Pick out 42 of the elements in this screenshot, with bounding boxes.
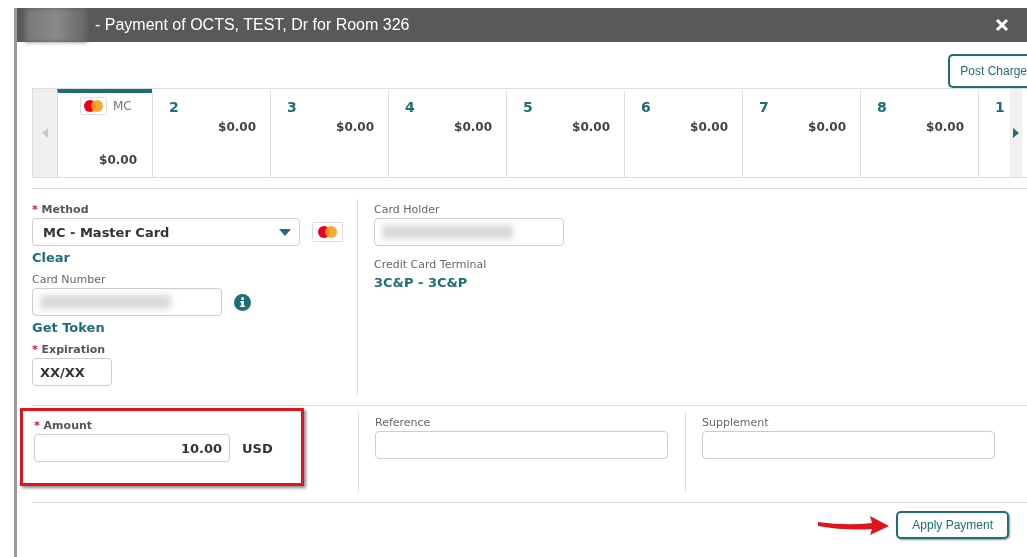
method-dropdown[interactable]: MC - Master Card (32, 218, 300, 246)
required-mark: * (32, 343, 38, 356)
post-charges-button[interactable]: Post Charge (948, 54, 1027, 88)
payment-window-tab[interactable]: 8 $0.00 (860, 89, 978, 177)
required-mark: * (32, 203, 38, 216)
clear-link[interactable]: Clear (32, 250, 357, 265)
payment-window-tab[interactable]: 5 $0.00 (506, 89, 624, 177)
required-mark: * (34, 419, 40, 432)
left-triangle-icon (42, 128, 48, 138)
field-label: Credit Card Terminal (374, 258, 487, 271)
expiration-field[interactable]: XX/XX (32, 358, 112, 386)
payment-window-tab[interactable]: 2 $0.00 (152, 89, 270, 177)
terminal-link[interactable]: 3C&P - 3C&P (374, 275, 564, 290)
card-number-field[interactable] (32, 288, 222, 316)
scroll-left-button[interactable] (33, 89, 57, 177)
field-label: Method (41, 203, 89, 216)
supplement-field[interactable] (702, 431, 995, 459)
currency-label: USD (242, 440, 273, 456)
window-title: - Payment of OCTS, TEST, Dr for Room 326 (95, 16, 410, 34)
right-triangle-icon (1013, 128, 1019, 138)
payment-window-tab[interactable]: 4 $0.00 (388, 89, 506, 177)
get-token-link[interactable]: Get Token (32, 320, 357, 335)
amount-field[interactable]: 10.00 (34, 434, 230, 462)
field-label: Supplement (702, 416, 769, 429)
payment-window-tab[interactable]: 7 $0.00 (742, 89, 860, 177)
mastercard-icon (80, 97, 107, 115)
field-label: Card Holder (374, 203, 440, 216)
field-label: Expiration (41, 343, 106, 356)
payment-window-tab[interactable]: 6 $0.00 (624, 89, 742, 177)
caret-icon (279, 228, 291, 236)
payment-window-tab[interactable]: 3 $0.00 (270, 89, 388, 177)
mastercard-icon (312, 222, 343, 242)
field-label: Reference (375, 416, 431, 429)
close-icon[interactable] (995, 18, 1009, 32)
scroll-right-button[interactable] (1010, 89, 1022, 177)
reference-field[interactable] (375, 431, 668, 459)
field-label: Amount (43, 419, 93, 432)
payment-window-tab[interactable]: MC $0.00 (57, 89, 152, 177)
field-label: Card Number (32, 273, 106, 286)
card-holder-field[interactable] (374, 218, 564, 246)
apply-payment-button[interactable]: Apply Payment (896, 511, 1009, 539)
info-icon[interactable] (234, 293, 251, 311)
